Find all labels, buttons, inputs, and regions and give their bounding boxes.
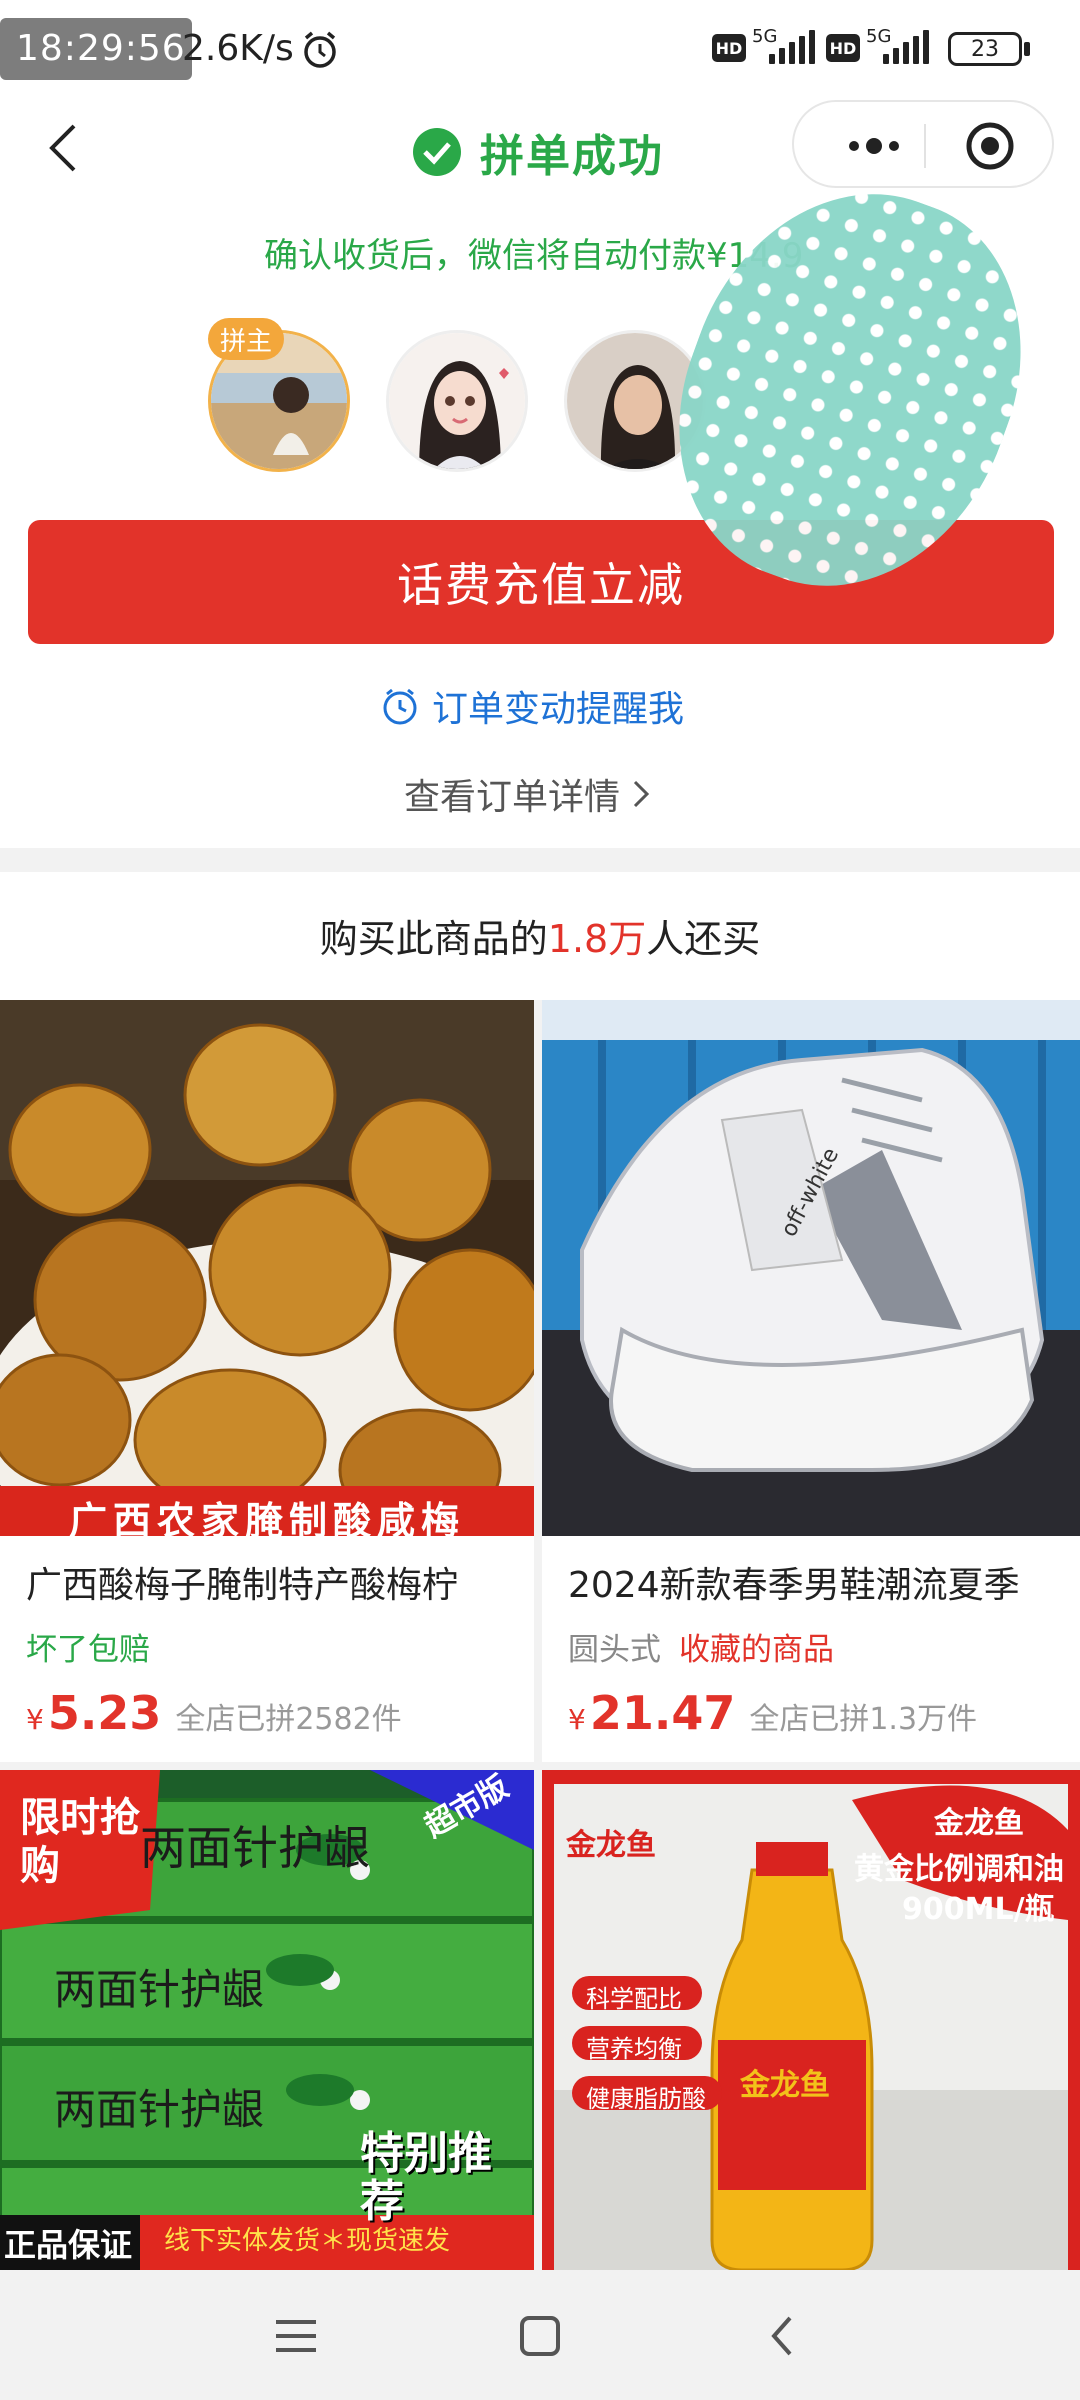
miniprogram-capsule	[792, 100, 1054, 188]
product-title: 2024新款春季男鞋潮流夏季	[568, 1565, 1020, 1606]
recommend-heading: 购买此商品的1.8万人还买	[0, 908, 1080, 963]
feature-pill: 健康脂肪酸	[586, 2085, 706, 2113]
product-banner: 广西农家腌制酸咸梅	[68, 1499, 465, 1543]
hd-badge: HD	[826, 34, 860, 62]
order-remind-link[interactable]: 订单变动提醒我	[380, 680, 684, 732]
header: 拼单成功	[0, 96, 1080, 200]
brand-logo: 金龙鱼	[566, 1828, 656, 1863]
product-title: 广西酸梅子腌制特产酸梅柠	[26, 1565, 459, 1606]
price-row: ¥ 21.47 全店已拼1.3万件	[568, 1686, 977, 1740]
sold-count: 全店已拼2582件	[175, 1702, 402, 1737]
recommend-prefix: 购买此商品的	[319, 917, 548, 961]
genuine-badge: 正品保证	[4, 2226, 133, 2264]
ad-headline-2: 黄金比例调和油	[854, 1852, 1064, 1887]
recommend-badge: 特别推荐	[360, 2128, 492, 2227]
product-grid: 广西农家腌制酸咸梅 广西酸梅子腌制特产酸梅柠 坏了包赔 ¥ 5.23 全店已拼2…	[0, 1000, 1080, 2270]
product-card[interactable]: 金龙鱼 金龙鱼 黄金比例调和油 900ML/瓶 科学配比 营养均衡 健康脂肪酸 …	[542, 1770, 1080, 2270]
alarm-icon	[304, 31, 336, 68]
battery-tip	[1024, 42, 1030, 56]
auto-pay-notice: 确认收货后，微信将自动付款¥14.9	[264, 236, 804, 276]
feature-pill: 科学配比	[586, 1985, 682, 2013]
signal-bars-icon	[769, 30, 816, 64]
section-divider	[0, 848, 1080, 872]
signal-group-1: HD 5G	[712, 26, 816, 70]
recommend-suffix: 人还买	[646, 917, 761, 961]
currency-symbol: ¥	[26, 1703, 44, 1736]
product-tag: 坏了包赔	[26, 1632, 150, 1668]
avatar[interactable]	[386, 330, 528, 472]
close-miniprogram-icon[interactable]	[964, 120, 1016, 172]
product-card[interactable]: off-white 2024新款春季男鞋潮流夏季 圆头式 收藏的商品 ¥ 21.…	[542, 1000, 1080, 1762]
product-price: 5.23	[47, 1686, 162, 1740]
box-print: 两面针护龈	[54, 2085, 265, 2134]
more-dots-icon[interactable]	[824, 120, 924, 172]
ad-headline-1: 金龙鱼	[934, 1806, 1024, 1841]
product-tag: 圆头式	[568, 1632, 661, 1668]
page-title-wrap: 拼单成功	[412, 120, 664, 184]
product-tag: 收藏的商品	[679, 1632, 834, 1668]
recommend-count: 1.8万	[547, 917, 647, 961]
battery-icon: 23	[948, 32, 1022, 66]
status-time: 18:29:56	[16, 28, 186, 69]
system-nav-bar	[0, 2270, 1080, 2400]
box-print: 两面针护龈	[140, 1821, 370, 1875]
back-icon[interactable]	[756, 2308, 812, 2364]
clock-icon	[383, 688, 417, 725]
currency-symbol: ¥	[568, 1703, 586, 1736]
battery-level: 23	[971, 36, 999, 62]
product-card[interactable]: 限时抢购 超市版 两面针护龈 两面针护龈 两面针护龈 特别推荐 正品保证 线下实…	[0, 1770, 534, 2270]
box-print: 两面针护龈	[54, 1965, 265, 2014]
hd-badge: HD	[712, 34, 746, 62]
product-card[interactable]: 广西农家腌制酸咸梅 广西酸梅子腌制特产酸梅柠 坏了包赔 ¥ 5.23 全店已拼2…	[0, 1000, 534, 1762]
product-image	[542, 1000, 1080, 1536]
product-image	[0, 1000, 534, 1536]
page-title: 拼单成功	[480, 131, 664, 182]
group-members	[208, 330, 706, 472]
flash-sale-badge: 限时抢购	[20, 1795, 140, 1889]
sold-count: 全店已拼1.3万件	[749, 1702, 978, 1737]
avatar-image	[389, 333, 525, 469]
order-remind-label: 订单变动提醒我	[432, 689, 685, 730]
host-badge: 拼主	[208, 318, 284, 360]
status-bar: 18:29:56 2.6K/s HD 5G HD 5G 23	[0, 0, 1080, 96]
menu-icon[interactable]	[268, 2308, 324, 2364]
price-row: ¥ 5.23 全店已拼2582件	[26, 1686, 402, 1740]
ad-headline-3: 900ML/瓶	[902, 1892, 1055, 1927]
product-tags: 圆头式 收藏的商品	[568, 1624, 834, 1669]
feature-pill: 营养均衡	[586, 2035, 682, 2063]
home-icon[interactable]	[512, 2308, 568, 2364]
shipping-strip: 线下实体发货＊现货速发	[164, 2226, 451, 2256]
back-arrow-icon[interactable]	[36, 118, 96, 178]
net-speed: 2.6K/s	[182, 28, 294, 69]
capsule-divider	[924, 124, 926, 168]
signal-group-2: HD 5G	[826, 26, 930, 70]
success-check-icon	[413, 128, 461, 176]
product-price: 21.47	[589, 1686, 736, 1740]
signal-bars-icon	[883, 30, 930, 64]
order-detail-label: 查看订单详情	[404, 777, 621, 818]
bottle-label: 金龙鱼	[740, 2068, 830, 2103]
chevron-right-icon	[633, 780, 650, 808]
order-detail-link[interactable]: 查看订单详情	[404, 768, 654, 820]
product-tags: 坏了包赔	[26, 1624, 150, 1669]
